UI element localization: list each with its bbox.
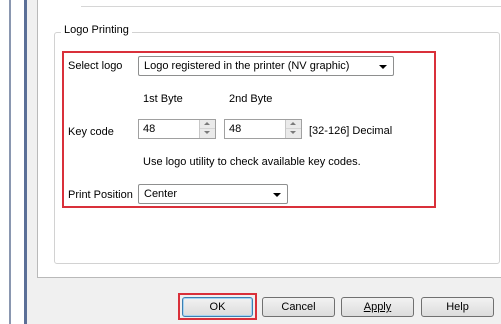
- second-byte-value: 48: [229, 123, 242, 135]
- select-logo-label: Select logo: [68, 60, 123, 72]
- select-logo-value: Logo registered in the printer (NV graph…: [144, 60, 350, 72]
- print-position-value: Center: [144, 188, 178, 200]
- logo-printing-title: Logo Printing: [61, 24, 132, 36]
- cancel-button[interactable]: Cancel: [262, 297, 335, 317]
- help-button[interactable]: Help: [421, 297, 494, 317]
- separator-line: [81, 6, 501, 7]
- chevron-down-icon[interactable]: [273, 193, 281, 197]
- window-left-edge: [0, 0, 30, 324]
- spin-down-icon[interactable]: [200, 129, 215, 138]
- first-byte-spin-buttons: [199, 120, 215, 138]
- first-byte-header: 1st Byte: [143, 93, 183, 105]
- select-logo-dropdown[interactable]: Logo registered in the printer (NV graph…: [138, 56, 394, 76]
- print-position-dropdown[interactable]: Center: [138, 184, 288, 204]
- first-byte-value: 48: [143, 123, 156, 135]
- second-byte-spin-buttons: [285, 120, 301, 138]
- printer-properties-dialog: Logo Printing Select logo Logo registere…: [27, 0, 501, 324]
- apply-button-label: Apply: [363, 301, 392, 313]
- first-byte-spinner[interactable]: 48: [138, 119, 216, 139]
- print-position-label: Print Position: [68, 189, 133, 201]
- window-border-line: [9, 0, 11, 324]
- second-byte-header: 2nd Byte: [229, 93, 273, 105]
- apply-button[interactable]: Apply: [341, 297, 414, 317]
- spin-up-icon[interactable]: [286, 120, 301, 129]
- key-code-label: Key code: [68, 126, 114, 138]
- tab-panel: Logo Printing Select logo Logo registere…: [37, 0, 501, 278]
- key-code-hint: Use logo utility to check available key …: [143, 156, 361, 168]
- spin-up-icon[interactable]: [200, 120, 215, 129]
- spin-down-icon[interactable]: [286, 129, 301, 138]
- chevron-down-icon[interactable]: [379, 65, 387, 69]
- ok-button[interactable]: OK: [182, 297, 253, 317]
- key-code-range-note: [32-126] Decimal: [309, 125, 393, 137]
- second-byte-spinner[interactable]: 48: [224, 119, 302, 139]
